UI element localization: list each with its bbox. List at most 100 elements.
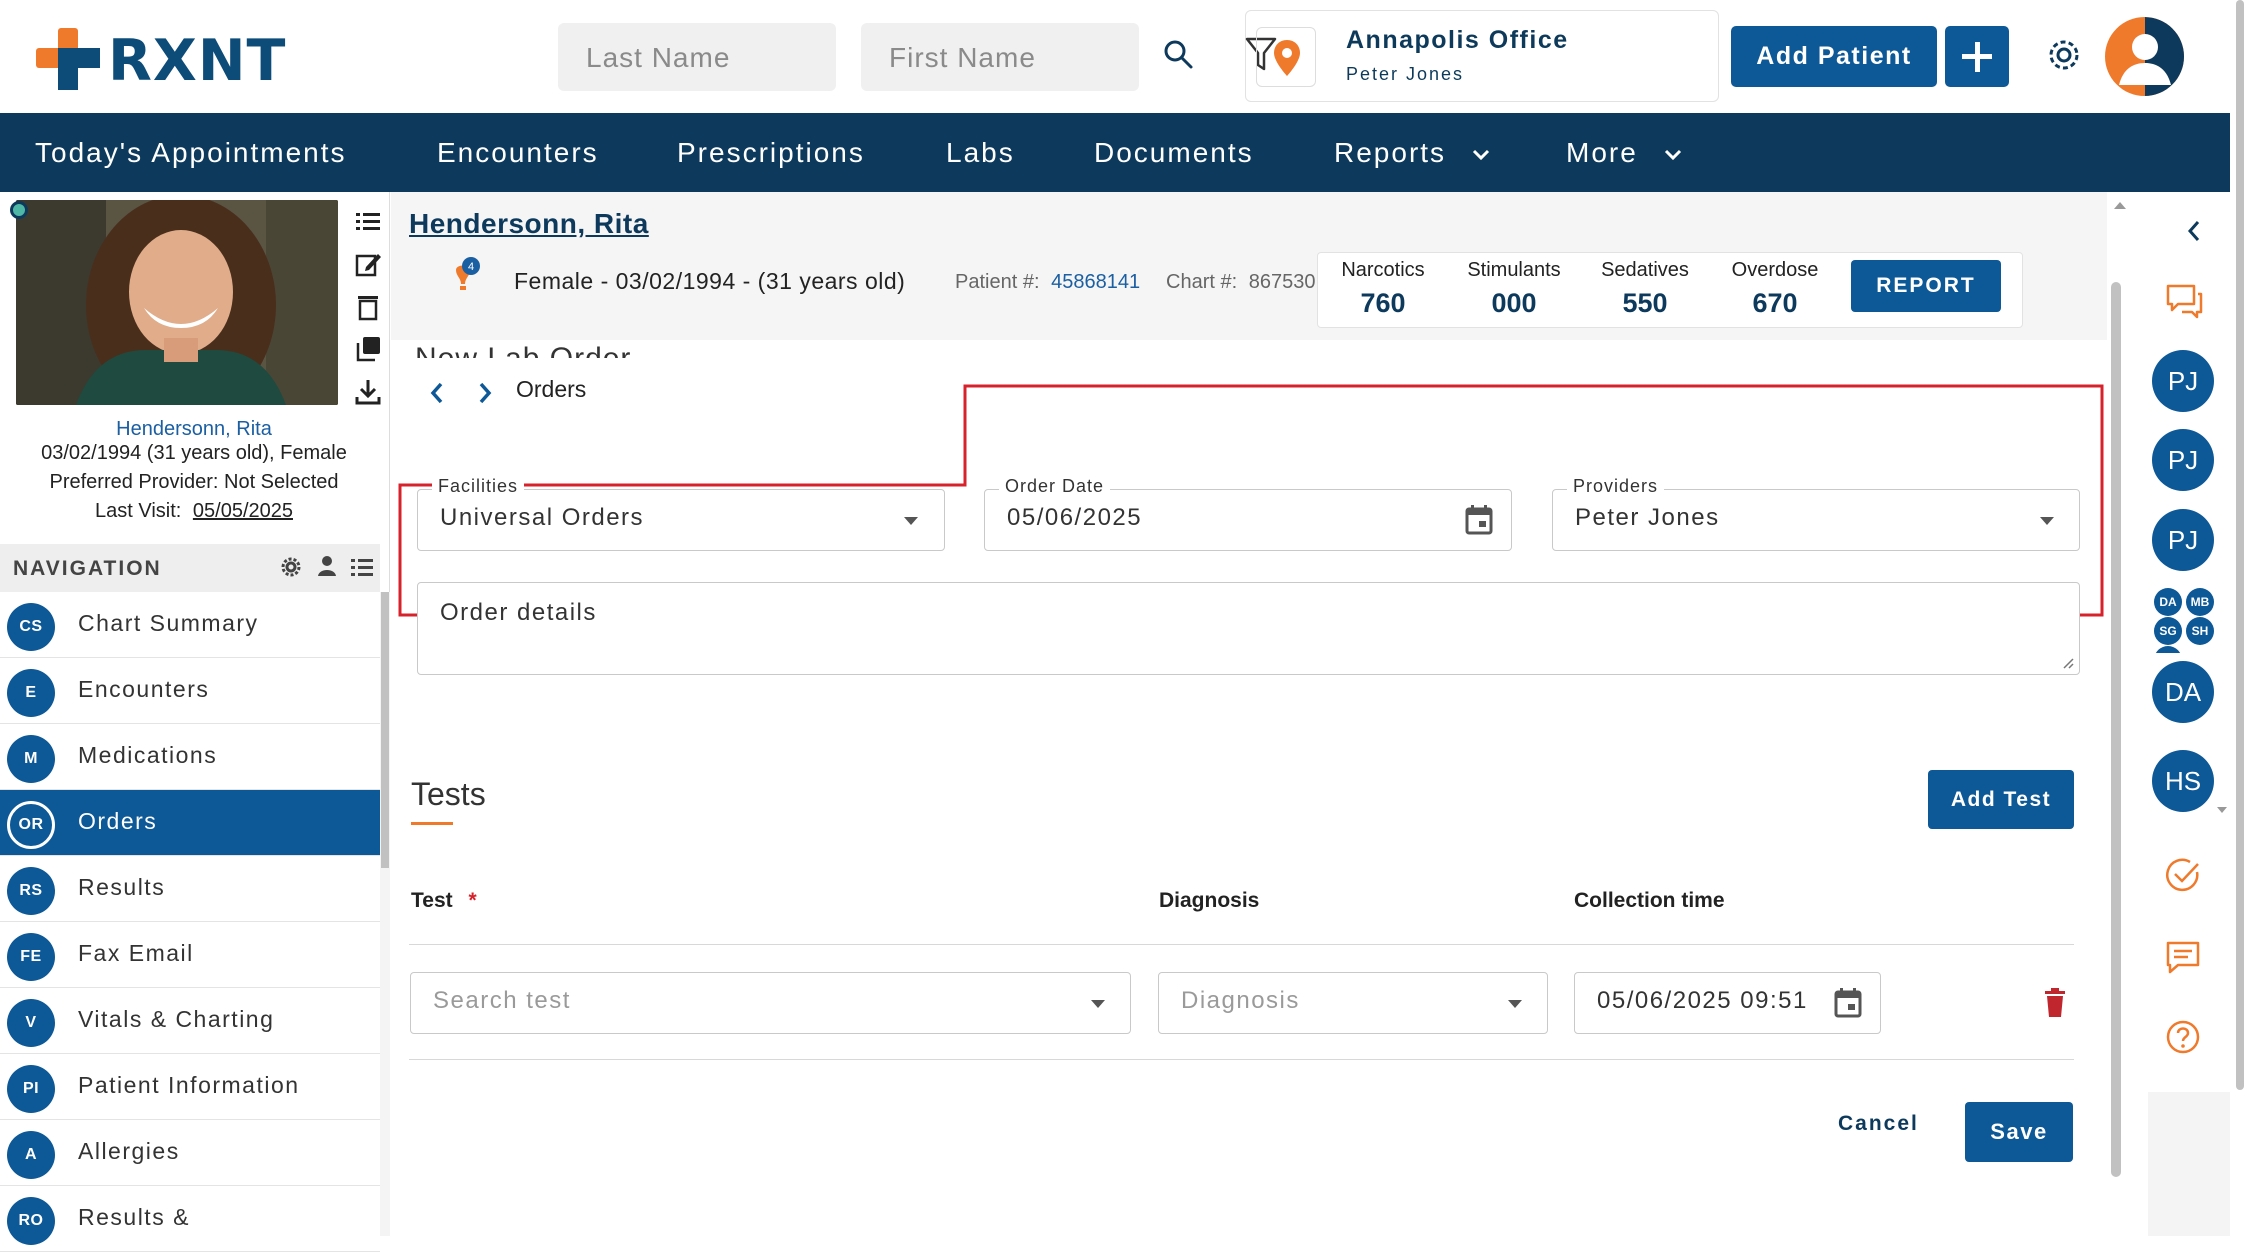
main-scrollbar-thumb[interactable] bbox=[2111, 282, 2121, 1177]
add-button[interactable] bbox=[1945, 26, 2009, 87]
rail-avatar-pj[interactable]: PJ bbox=[2152, 429, 2214, 491]
dropdown-caret-icon bbox=[1091, 1000, 1105, 1008]
edit-icon[interactable] bbox=[354, 250, 382, 278]
rail-avatar-da[interactable]: DA bbox=[2152, 661, 2214, 723]
sidebar-item-medications[interactable]: M Medications bbox=[0, 724, 380, 790]
main-scrollbar[interactable] bbox=[2108, 192, 2132, 1236]
sidebar-item-label: Results & bbox=[78, 1204, 190, 1230]
sidebar-badge: RO bbox=[7, 1197, 55, 1245]
chat-bubbles-icon[interactable] bbox=[2164, 280, 2204, 320]
gear-icon[interactable] bbox=[280, 556, 302, 578]
nav-prescriptions[interactable]: Prescriptions bbox=[677, 113, 865, 192]
facilities-select[interactable]: Facilities Universal Orders bbox=[417, 476, 945, 551]
delete-row-trash-icon[interactable] bbox=[2043, 988, 2067, 1018]
nav-labs[interactable]: Labs bbox=[946, 113, 1015, 192]
navigation-title: NAVIGATION bbox=[13, 557, 162, 580]
help-icon[interactable] bbox=[2164, 1018, 2202, 1056]
calendar-icon[interactable] bbox=[1833, 987, 1863, 1019]
order-date-field[interactable]: Order Date 05/06/2025 bbox=[984, 476, 1512, 551]
search-icon[interactable] bbox=[1162, 38, 1194, 70]
nav-encounters[interactable]: Encounters bbox=[437, 113, 599, 192]
user-avatar[interactable] bbox=[2105, 17, 2184, 96]
stat-value: 670 bbox=[1752, 288, 1798, 318]
rail-avatar-pj[interactable]: PJ bbox=[2152, 509, 2214, 571]
breadcrumb[interactable]: Orders bbox=[516, 376, 586, 403]
patient-number-value[interactable]: 45868141 bbox=[1051, 271, 1140, 293]
sidebar-item-vitals-charting[interactable]: V Vitals & Charting bbox=[0, 988, 380, 1054]
rail-small-avatar[interactable]: MB bbox=[2186, 588, 2214, 616]
rail-avatar-pj[interactable]: PJ bbox=[2152, 350, 2214, 412]
task-check-icon[interactable] bbox=[2164, 856, 2202, 894]
scroll-up-arrow-icon[interactable] bbox=[2112, 200, 2128, 210]
office-selector[interactable]: Annapolis Office Peter Jones bbox=[1245, 10, 1719, 102]
back-chevron-icon[interactable] bbox=[429, 382, 445, 404]
patient-dob: 03/02/1994 (31 years old), Female bbox=[41, 442, 347, 464]
alert-lightbulb-icon[interactable]: 4 bbox=[443, 256, 483, 300]
search-test-select[interactable]: Search test bbox=[410, 972, 1131, 1034]
main-nav-bar: Today's Appointments Encounters Prescrip… bbox=[0, 113, 2230, 192]
person-icon[interactable] bbox=[316, 555, 338, 577]
rxnt-logo[interactable]: RXNT bbox=[36, 26, 285, 94]
resize-handle-icon[interactable] bbox=[2062, 657, 2074, 669]
last-visit-date[interactable]: 05/05/2025 bbox=[193, 500, 293, 522]
sidebar-item-label: Orders bbox=[78, 808, 158, 834]
rail-small-avatar[interactable]: SH bbox=[2186, 617, 2214, 645]
nav-more[interactable]: More bbox=[1566, 113, 1682, 192]
preferred-provider: Preferred Provider: Not Selected bbox=[49, 471, 339, 493]
report-button[interactable]: REPORT bbox=[1851, 260, 2001, 312]
form-heading-clipped: New Lab Order bbox=[415, 344, 815, 358]
stat-overdose: Overdose 670 bbox=[1710, 259, 1840, 319]
stat-value: 550 bbox=[1622, 288, 1668, 318]
sidebar-item-chart-summary[interactable]: CS Chart Summary bbox=[0, 592, 380, 658]
sidebar-item-orders[interactable]: OR Orders bbox=[0, 790, 380, 856]
download-icon[interactable] bbox=[354, 378, 382, 406]
patient-photo[interactable] bbox=[16, 200, 338, 405]
sidebar-item-allergies[interactable]: A Allergies bbox=[0, 1120, 380, 1186]
rail-small-avatar[interactable]: SG bbox=[2154, 617, 2182, 645]
right-rail-footer bbox=[2148, 1092, 2230, 1236]
first-name-search-input[interactable]: First Name bbox=[861, 23, 1139, 91]
settings-gear-icon[interactable] bbox=[2045, 36, 2083, 74]
sidebar-item-encounters[interactable]: E Encounters bbox=[0, 658, 380, 724]
sidebar-item-label: Results bbox=[78, 874, 166, 900]
sidebar-item-patient-information[interactable]: PI Patient Information bbox=[0, 1054, 380, 1120]
message-icon[interactable] bbox=[2164, 939, 2202, 975]
collapse-chevron-icon[interactable] bbox=[2186, 220, 2202, 242]
copy-icon[interactable] bbox=[354, 335, 382, 363]
patient-name[interactable]: Hendersonn, Rita bbox=[409, 208, 649, 240]
sidebar-item-results[interactable]: RS Results bbox=[0, 856, 380, 922]
nav-documents[interactable]: Documents bbox=[1094, 113, 1254, 192]
sidebar-scrollbar-thumb[interactable] bbox=[381, 592, 389, 868]
location-pin-icon bbox=[1274, 40, 1300, 76]
forward-chevron-icon[interactable] bbox=[477, 382, 493, 404]
nav-reports[interactable]: Reports bbox=[1334, 113, 1490, 192]
list-icon[interactable] bbox=[354, 208, 382, 236]
add-test-button[interactable]: Add Test bbox=[1928, 770, 2074, 829]
last-name-search-input[interactable]: Last Name bbox=[558, 23, 836, 91]
sidebar-item-fax-email[interactable]: FE Fax Email bbox=[0, 922, 380, 988]
delete-icon[interactable] bbox=[354, 293, 382, 321]
stat-narcotics: Narcotics 760 bbox=[1318, 259, 1448, 319]
rail-avatar-hs[interactable]: HS bbox=[2152, 750, 2214, 812]
calendar-icon[interactable] bbox=[1464, 504, 1494, 536]
order-details-textarea[interactable]: Order details bbox=[417, 582, 2080, 675]
cancel-button[interactable]: Cancel bbox=[1838, 1112, 1919, 1136]
collection-time-field[interactable]: 05/06/2025 09:51 bbox=[1574, 972, 1881, 1034]
providers-select[interactable]: Providers Peter Jones bbox=[1552, 476, 2080, 551]
sidebar-item-label: Medications bbox=[78, 742, 218, 768]
add-patient-button[interactable]: Add Patient bbox=[1731, 26, 1937, 87]
providers-value: Peter Jones bbox=[1575, 504, 1720, 531]
rail-small-avatar[interactable]: DA bbox=[2154, 588, 2182, 616]
rail-small-avatar[interactable]: TR bbox=[2154, 646, 2182, 653]
rail-scroll-down-icon[interactable] bbox=[2216, 806, 2228, 814]
list-icon[interactable] bbox=[350, 556, 374, 578]
diagnosis-select[interactable]: Diagnosis bbox=[1158, 972, 1548, 1034]
nav-todays-appointments[interactable]: Today's Appointments bbox=[35, 113, 347, 192]
page-scrollbar-thumb[interactable] bbox=[2236, 0, 2244, 1090]
col-header-collection-time: Collection time bbox=[1574, 889, 1725, 912]
save-button[interactable]: Save bbox=[1965, 1102, 2073, 1162]
patient-name-link[interactable]: Hendersonn, Rita bbox=[0, 418, 388, 441]
sidebar-item-results-ro[interactable]: RO Results & bbox=[0, 1186, 380, 1252]
dropdown-caret-icon bbox=[904, 517, 918, 525]
sidebar-item-label: Chart Summary bbox=[78, 610, 259, 636]
